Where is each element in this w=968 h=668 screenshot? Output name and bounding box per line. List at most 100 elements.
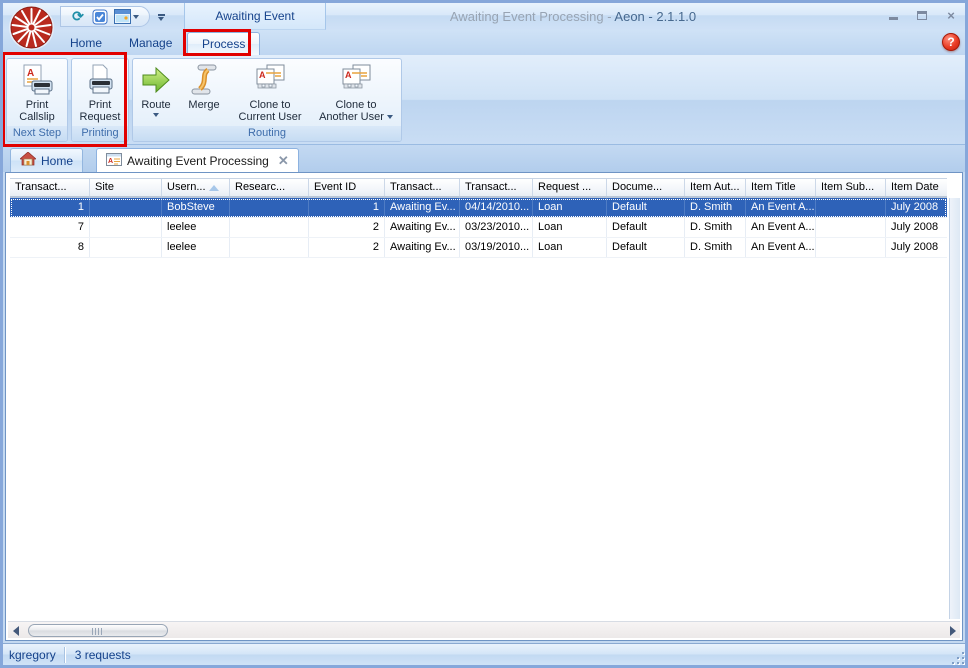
scroll-left-icon[interactable] — [10, 625, 21, 636]
grid-cell[interactable]: Awaiting Ev... — [385, 238, 460, 257]
grid-cell[interactable] — [816, 198, 886, 217]
scroll-right-icon[interactable] — [947, 625, 958, 636]
ribbon-tab-process[interactable]: Process — [187, 32, 260, 55]
horizontal-scroll-thumb[interactable] — [28, 624, 168, 637]
window-title-document: Awaiting Event Processing - — [450, 9, 615, 24]
column-header[interactable]: Item Aut... — [685, 179, 746, 196]
column-header[interactable]: Item Sub... — [816, 179, 886, 196]
doc-tab-awaiting-event-processing[interactable]: A Awaiting Event Processing ✕ — [96, 148, 299, 172]
grid-cell[interactable] — [230, 218, 309, 237]
grid-cell[interactable] — [816, 238, 886, 257]
grid-cell[interactable]: July 2008 — [886, 198, 947, 217]
grid-cell[interactable]: 2 — [309, 238, 385, 257]
clone-to-current-user-button[interactable]: A Clone to Current User — [231, 62, 309, 124]
column-header[interactable]: Event ID — [309, 179, 385, 196]
window-controls: × — [885, 8, 959, 22]
refresh-icon[interactable]: ⟳ — [69, 8, 87, 25]
accept-check-icon[interactable] — [91, 8, 109, 25]
customize-quick-access-icon[interactable] — [153, 9, 169, 25]
column-header[interactable]: Transact... — [460, 179, 533, 196]
grid-cell[interactable]: July 2008 — [886, 238, 947, 257]
column-header[interactable]: Request ... — [533, 179, 607, 196]
resize-grip[interactable] — [950, 650, 964, 664]
grid-cell[interactable]: An Event A... — [746, 198, 816, 217]
grid-cell[interactable]: An Event A... — [746, 218, 816, 237]
grid-cell[interactable]: leelee — [162, 218, 230, 237]
window-view-dropdown-icon[interactable] — [133, 15, 139, 19]
grid-cell[interactable]: 7 — [10, 218, 90, 237]
grid-cell[interactable]: An Event A... — [746, 238, 816, 257]
route-button[interactable]: Route — [135, 62, 177, 118]
merge-button[interactable]: Merge — [181, 62, 227, 112]
grid-cell[interactable]: Awaiting Ev... — [385, 218, 460, 237]
grid-cell[interactable]: 1 — [10, 198, 90, 217]
vertical-scrollbar[interactable] — [949, 198, 960, 619]
grid-cell[interactable]: D. Smith — [685, 198, 746, 217]
grid-cell[interactable]: 2 — [309, 218, 385, 237]
print-request-button[interactable]: Print Request — [74, 62, 126, 124]
help-button[interactable]: ? — [942, 33, 960, 51]
window-title-app: Aeon - 2.1.1.0 — [614, 9, 696, 24]
grid-cell[interactable] — [90, 218, 162, 237]
grid-cell[interactable]: Default — [607, 238, 685, 257]
svg-text:A: A — [259, 70, 266, 80]
print-callslip-icon: A — [20, 63, 54, 97]
maximize-button[interactable] — [914, 8, 930, 22]
column-header[interactable]: Docume... — [607, 179, 685, 196]
ribbon: A Print Callslip Next Step — [3, 55, 965, 145]
column-header[interactable]: Item Title — [746, 179, 816, 196]
application-menu-button[interactable] — [8, 4, 55, 51]
print-callslip-button[interactable]: A Print Callslip — [9, 62, 65, 124]
route-dropdown-icon[interactable] — [153, 113, 159, 117]
clone-to-another-user-icon: A — [339, 63, 373, 97]
grid-cell[interactable]: 04/14/2010... — [460, 198, 533, 217]
column-header[interactable]: Site — [90, 179, 162, 196]
grid-cell[interactable]: 03/23/2010... — [460, 218, 533, 237]
grid-cell[interactable]: D. Smith — [685, 218, 746, 237]
ribbon-tab-home[interactable]: Home — [56, 32, 116, 55]
ribbon-tab-manage[interactable]: Manage — [115, 32, 186, 55]
grid-cell[interactable]: Awaiting Ev... — [385, 198, 460, 217]
grid-cell[interactable] — [90, 198, 162, 217]
grid-cell[interactable]: 8 — [10, 238, 90, 257]
table-row[interactable]: 7leelee2Awaiting Ev...03/23/2010...LoanD… — [10, 218, 947, 238]
clone-to-another-user-dropdown-icon[interactable] — [387, 115, 393, 119]
grid-cell[interactable]: Default — [607, 218, 685, 237]
grid-cell[interactable]: D. Smith — [685, 238, 746, 257]
grid-cell[interactable] — [230, 198, 309, 217]
app-window: ⟳ Awaiting Event Pr — [0, 0, 968, 668]
route-icon — [139, 63, 173, 97]
grid-cell[interactable]: Loan — [533, 218, 607, 237]
tab-close-icon[interactable]: ✕ — [278, 153, 289, 169]
grid-cell[interactable]: Loan — [533, 238, 607, 257]
clone-to-another-user-button[interactable]: A Clone to Another User — [313, 62, 399, 124]
column-header[interactable]: Transact... — [10, 179, 90, 196]
column-header[interactable]: Transact... — [385, 179, 460, 196]
table-row[interactable]: 8leelee2Awaiting Ev...03/19/2010...LoanD… — [10, 238, 947, 258]
window-view-icon[interactable] — [113, 8, 131, 25]
grid-cell[interactable]: leelee — [162, 238, 230, 257]
group-label-printing: Printing — [72, 126, 128, 141]
horizontal-scrollbar[interactable] — [8, 621, 960, 638]
close-button[interactable]: × — [943, 8, 959, 22]
column-header[interactable]: Usern... — [162, 179, 230, 196]
doc-tab-active-label: Awaiting Event Processing — [127, 154, 269, 168]
column-header[interactable]: Item Date — [886, 179, 947, 196]
grid-cell[interactable] — [230, 238, 309, 257]
minimize-button[interactable] — [885, 8, 901, 22]
window-title: Awaiting Event Processing - Aeon - 2.1.1… — [343, 3, 803, 30]
column-header[interactable]: Researc... — [230, 179, 309, 196]
home-icon — [20, 152, 36, 169]
grid-cell[interactable]: 03/19/2010... — [460, 238, 533, 257]
grid-cell[interactable]: Loan — [533, 198, 607, 217]
grid-cell[interactable]: July 2008 — [886, 218, 947, 237]
grid-cell[interactable] — [816, 218, 886, 237]
grid-cell[interactable] — [90, 238, 162, 257]
doc-tab-home[interactable]: Home — [10, 148, 83, 172]
route-label: Route — [141, 99, 170, 111]
table-row[interactable]: 1BobSteve1Awaiting Ev...04/14/2010...Loa… — [10, 198, 947, 218]
grid-cell[interactable]: 1 — [309, 198, 385, 217]
grid-cell[interactable]: BobSteve — [162, 198, 230, 217]
status-request-count: 3 requests — [65, 648, 141, 662]
grid-cell[interactable]: Default — [607, 198, 685, 217]
